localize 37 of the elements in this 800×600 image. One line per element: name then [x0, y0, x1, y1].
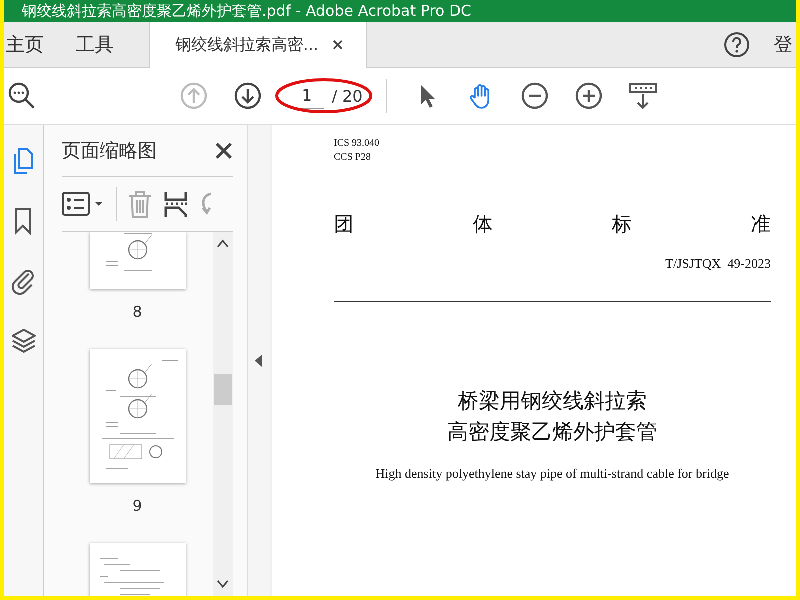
nav-tab[interactable]: 工具	[74, 22, 144, 67]
chevron-up-icon[interactable]	[217, 238, 229, 250]
document-meta: CCS P28	[334, 151, 372, 165]
document-title: 桥梁用钢绞线斜拉索	[457, 388, 648, 415]
collapse-arrow-icon[interactable]	[255, 354, 263, 366]
heading-text: 体	[473, 211, 493, 238]
help-icon[interactable]	[724, 32, 750, 58]
page-thumbnail[interactable]	[90, 543, 186, 596]
scroll-thumb[interactable]	[214, 374, 232, 405]
page-thumbnail[interactable]	[90, 349, 186, 483]
page-total: / 20	[332, 86, 363, 106]
chevron-down-icon[interactable]	[217, 578, 229, 590]
standard-number: T/JSJTQX 49-2023	[664, 256, 771, 272]
page-number: 8	[132, 303, 142, 321]
close-icon[interactable]	[332, 40, 343, 50]
heading-text: 团	[334, 211, 354, 238]
zoom-out-icon[interactable]	[521, 82, 549, 110]
close-icon[interactable]	[215, 142, 233, 160]
sign-in-link[interactable]: 登	[774, 32, 796, 58]
nav-tab[interactable]: 主页	[4, 22, 74, 67]
dotted-bar-arrow-icon[interactable]	[629, 82, 657, 110]
search-icon[interactable]	[8, 82, 36, 110]
page-insert-icon[interactable]	[163, 190, 189, 218]
page-thumbnail[interactable]	[90, 232, 186, 289]
scrollbar[interactable]	[213, 232, 233, 596]
document-title: 高密度聚乙烯外护套管	[446, 419, 658, 446]
layers-icon[interactable]	[10, 327, 38, 355]
heading-text: 准	[751, 211, 771, 238]
page-number: 9	[132, 497, 142, 515]
document-meta: ICS 93.040	[334, 137, 381, 151]
english-title: High density polyethylene stay pipe of multi-strand cable for bridge	[374, 466, 730, 482]
zoom-in-icon[interactable]	[575, 82, 603, 110]
heading-text: 标	[612, 211, 632, 238]
document-tab[interactable]: 钢绞线斜拉索高密...	[149, 22, 367, 68]
panel-title: 页面缩略图	[62, 138, 157, 164]
options-dropdown-icon[interactable]	[62, 191, 106, 217]
window-title: 钢绞线斜拉索高密度聚乙烯外护套管.pdf - Adobe Acrobat Pro DC	[4, 0, 796, 22]
